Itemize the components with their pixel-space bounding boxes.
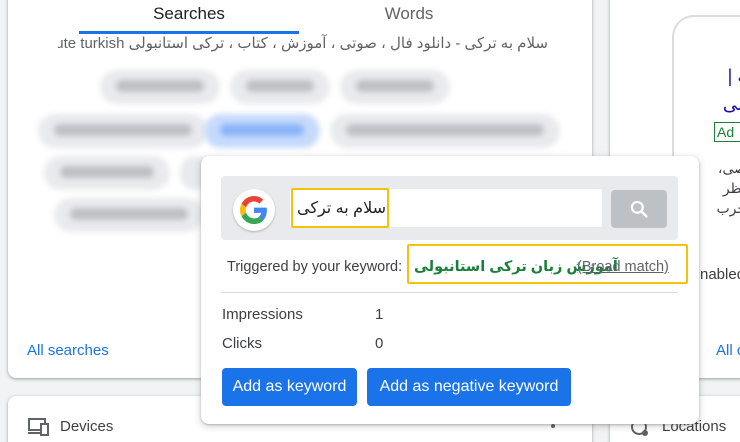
devices-icon [28, 418, 50, 441]
all-ads-link[interactable]: All c [716, 342, 740, 359]
tab-words[interactable]: Words [300, 0, 518, 34]
ad-headline[interactable]: نه | ولی [702, 62, 740, 118]
ad-badge: Ad [714, 122, 740, 142]
query-header-text: سلام به ترکی - دانلود فال ، صوتی ، آموزش… [58, 35, 548, 52]
add-as-keyword-button[interactable]: Add as keyword [222, 368, 357, 406]
search-term-detail-popup: سلام به ترکی Triggered by your keyword: … [201, 156, 699, 424]
search-term-chip[interactable] [340, 70, 450, 104]
search-term-chip[interactable] [44, 156, 170, 190]
all-searches-link[interactable]: All searches [27, 342, 109, 359]
search-query-text: سلام به ترکی [297, 200, 387, 217]
google-logo-icon [233, 189, 275, 231]
impressions-label: Impressions [222, 306, 303, 323]
tab-searches[interactable]: Searches [78, 0, 300, 34]
add-as-negative-keyword-button[interactable]: Add as negative keyword [367, 368, 571, 406]
search-term-chip[interactable] [38, 114, 208, 148]
divider [221, 292, 678, 293]
search-term-chip[interactable] [54, 198, 204, 232]
devices-label: Devices [60, 418, 114, 435]
trigger-label: Triggered by your keyword: [227, 259, 403, 275]
search-button[interactable] [611, 190, 667, 228]
search-term-chip[interactable] [330, 114, 560, 148]
search-term-chip-selected[interactable] [204, 114, 320, 148]
clicks-value: 0 [375, 335, 384, 352]
match-type-link[interactable]: (Broad match) [577, 259, 669, 275]
tab-bar: Searches Words [8, 0, 592, 34]
clicks-label: Clicks [222, 335, 262, 352]
impressions-value: 1 [375, 306, 384, 323]
ad-status-text: nabled [700, 266, 740, 283]
ad-description: صی، نظر جرب [716, 160, 740, 216]
search-term-chip[interactable] [230, 70, 330, 104]
search-term-chip[interactable] [100, 70, 220, 104]
search-preview-bar [221, 176, 678, 240]
